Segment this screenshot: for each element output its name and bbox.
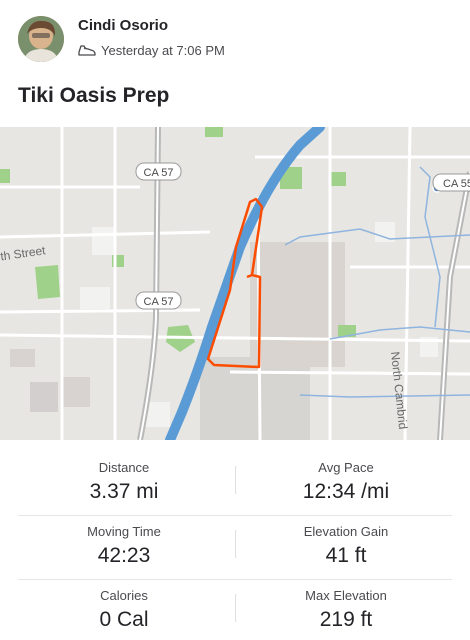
road-label-ca55: CA 55: [432, 173, 470, 192]
stat-label: Elevation Gain: [303, 524, 389, 539]
stat-label: Avg Pace: [318, 460, 374, 475]
map-park: [205, 127, 223, 137]
svg-text:CA 57: CA 57: [144, 296, 174, 308]
activity-timestamp: Yesterday at 7:06 PM: [101, 42, 225, 58]
stat-label: Moving Time: [87, 524, 161, 539]
stat-value: 0 Cal: [99, 608, 149, 631]
athlete-name[interactable]: Cindi Osorio: [78, 17, 168, 34]
activity-stats: Distance 3.37 mi Avg Pace 12:34 /mi Movi…: [0, 452, 470, 640]
stat-elevation-gain: Elevation Gain 41 ft: [246, 524, 446, 570]
stat-label: Distance: [98, 460, 150, 475]
svg-text:CA 55: CA 55: [443, 178, 470, 190]
stat-value: 41 ft: [325, 544, 367, 567]
map-block: [30, 382, 58, 412]
map-block: [92, 227, 114, 255]
athlete-avatar[interactable]: [18, 16, 64, 62]
stat-divider: [235, 466, 236, 494]
map-park: [0, 169, 10, 183]
stat-avg-pace: Avg Pace 12:34 /mi: [246, 460, 446, 506]
stats-row-2: Moving Time 42:23 Elevation Gain 41 ft: [0, 516, 470, 580]
stat-label: Max Elevation: [305, 588, 387, 603]
stat-value: 3.37 mi: [89, 480, 159, 503]
stat-label: Calories: [100, 588, 148, 603]
stat-value: 219 ft: [319, 608, 373, 631]
stats-row-1: Distance 3.37 mi Avg Pace 12:34 /mi: [0, 452, 470, 516]
map-canvas: CA 57 CA 57 CA 55 rth Street North Cambr…: [0, 127, 470, 440]
route-map[interactable]: CA 57 CA 57 CA 55 rth Street North Cambr…: [0, 127, 470, 440]
shoe-icon: [78, 45, 96, 56]
activity-meta: Yesterday at 7:06 PM: [78, 41, 225, 59]
map-block: [62, 377, 90, 407]
stat-distance: Distance 3.37 mi: [24, 460, 224, 506]
stats-row-3: Calories 0 Cal Max Elevation 219 ft: [0, 580, 470, 640]
svg-text:CA 57: CA 57: [144, 167, 174, 179]
stat-max-elevation: Max Elevation 219 ft: [246, 588, 446, 634]
stat-divider: [235, 530, 236, 558]
stat-value: 42:23: [97, 544, 151, 567]
map-block: [80, 287, 110, 309]
map-park: [35, 265, 60, 299]
activity-title[interactable]: Tiki Oasis Prep: [18, 84, 169, 108]
road-label-ca57-top: CA 57: [135, 162, 182, 181]
stat-divider: [235, 594, 236, 622]
map-park: [330, 172, 346, 186]
map-block: [10, 349, 35, 367]
avatar-photo: [18, 16, 64, 62]
stat-value: 12:34 /mi: [302, 480, 390, 503]
stat-moving-time: Moving Time 42:23: [24, 524, 224, 570]
stat-calories: Calories 0 Cal: [24, 588, 224, 634]
map-block: [200, 357, 310, 440]
road-label-ca57-mid: CA 57: [135, 291, 182, 310]
activity-header: Cindi Osorio Yesterday at 7:06 PM: [0, 0, 470, 70]
